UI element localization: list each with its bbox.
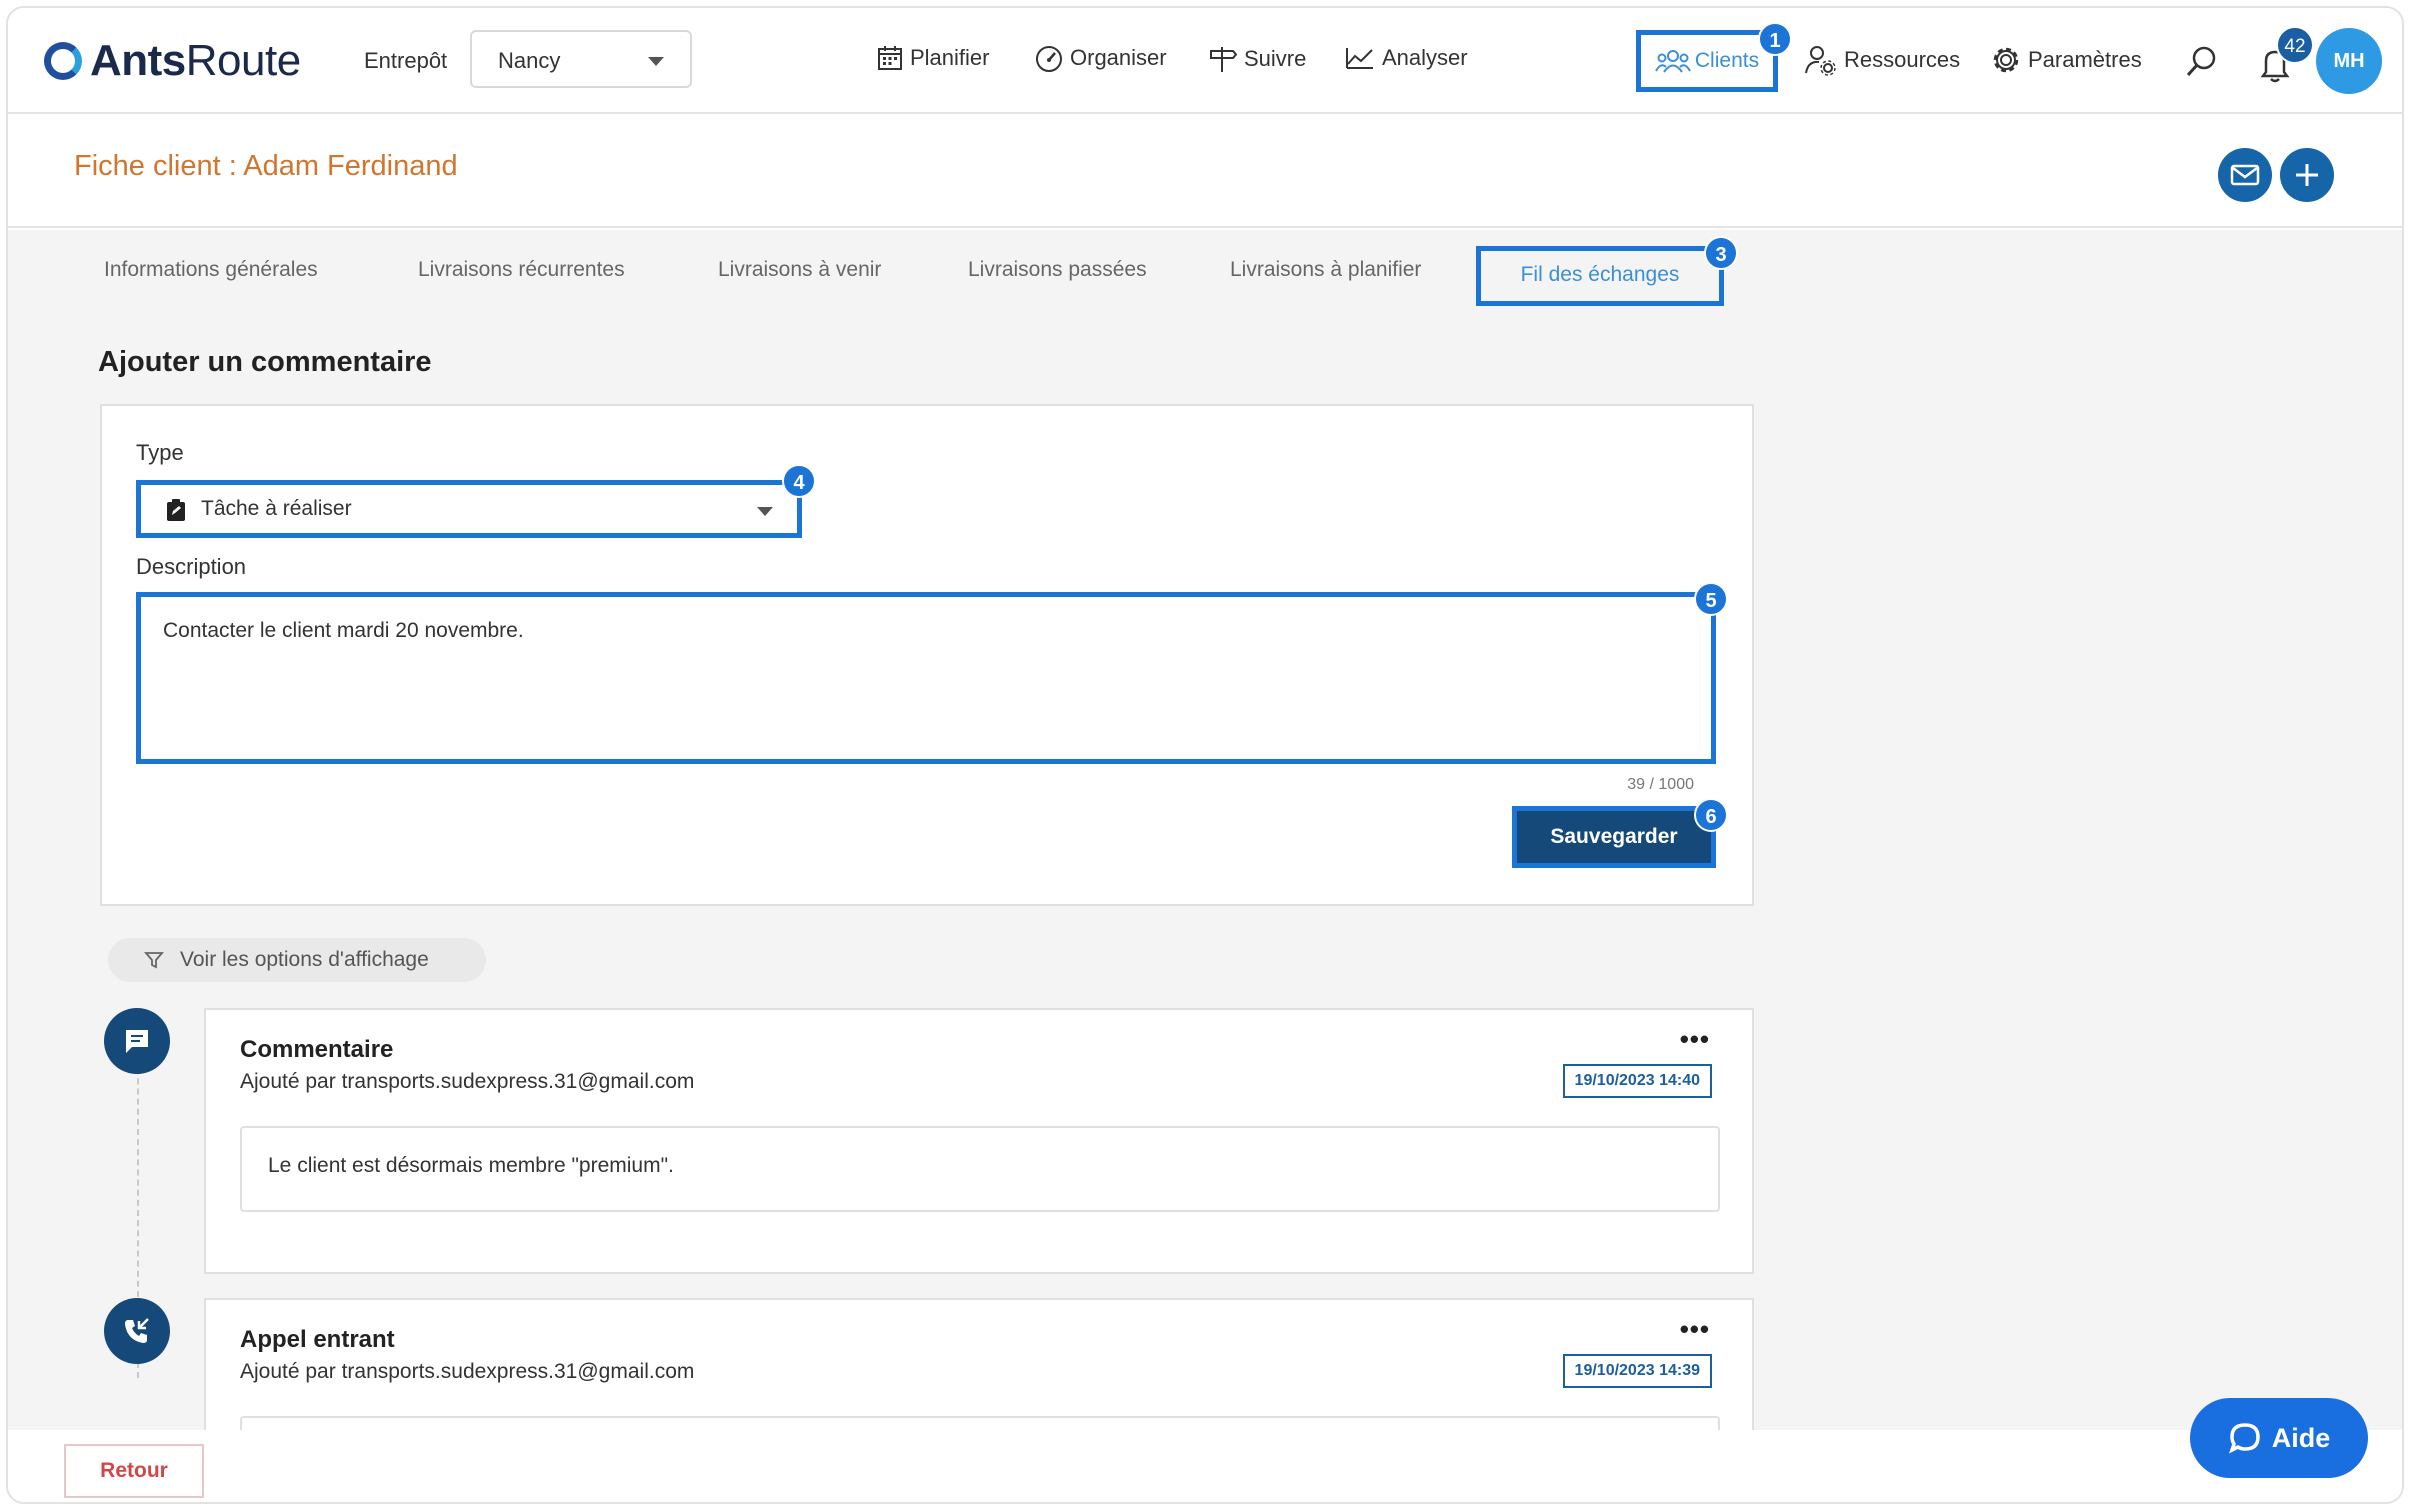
description-textarea[interactable]: Contacter le client mardi 20 novembre. xyxy=(136,592,1716,764)
client-title-bar: Fiche client : Adam Ferdinand xyxy=(8,116,2402,228)
filter-icon xyxy=(144,952,164,969)
app-window: AntsRoute Entrepôt Nancy Planifier Organ… xyxy=(6,6,2404,1504)
type-select-value: Tâche à réaliser xyxy=(201,497,352,520)
send-email-button[interactable] xyxy=(2218,148,2272,202)
logo-text-bold: Ants xyxy=(90,36,186,85)
entry-title: Commentaire xyxy=(240,1036,394,1063)
speedometer-icon xyxy=(1036,46,1062,72)
gear-icon xyxy=(1993,47,2019,73)
plus-icon xyxy=(2296,164,2318,186)
search-button[interactable] xyxy=(2184,44,2220,85)
type-label: Type xyxy=(136,440,184,465)
annotation-badge-3: 3 xyxy=(1704,236,1738,270)
add-comment-form: Type Tâche à réaliser 4 Description Cont… xyxy=(100,404,1754,906)
tab-informations-generales[interactable]: Informations générales xyxy=(104,258,318,282)
chat-bubble-icon xyxy=(126,1030,148,1053)
tab-livraisons-a-planifier[interactable]: Livraisons à planifier xyxy=(1230,258,1421,282)
nav-clients-label: Clients xyxy=(1694,49,1760,72)
nav-ressources[interactable]: Ressources xyxy=(1804,44,1960,76)
user-gear-icon xyxy=(1805,46,1836,76)
annotation-badge-1: 1 xyxy=(1758,22,1792,56)
users-group-icon xyxy=(1655,50,1691,73)
annotation-badge-5: 5 xyxy=(1694,582,1728,616)
calendar-icon xyxy=(878,46,902,70)
help-button[interactable]: Aide xyxy=(2190,1398,2368,1478)
display-options-label: Voir les options d'affichage xyxy=(180,948,429,971)
nav-parametres[interactable]: Paramètres xyxy=(1990,44,2142,76)
add-comment-title: Ajouter un commentaire xyxy=(98,346,432,378)
user-avatar[interactable]: MH xyxy=(2316,28,2382,94)
timeline-entry: Commentaire Ajouté par transports.sudexp… xyxy=(204,1008,1754,1274)
entry-body: Le client est désormais membre "premium"… xyxy=(240,1126,1720,1212)
annotation-badge-4: 4 xyxy=(782,464,816,498)
clipboard-edit-icon xyxy=(167,499,185,521)
notification-count-badge: 42 xyxy=(2276,26,2314,64)
chevron-down-icon xyxy=(648,57,664,66)
nav-analyser-label: Analyser xyxy=(1382,45,1468,70)
tab-fil-des-echanges[interactable]: Fil des échanges xyxy=(1476,246,1724,306)
speech-bubble-icon xyxy=(2228,1423,2260,1454)
chart-area-icon xyxy=(1346,48,1373,69)
entry-author: Ajouté par transports.sudexpress.31@gmai… xyxy=(240,1070,695,1093)
help-button-label: Aide xyxy=(2271,1422,2331,1453)
antsroute-logo[interactable]: AntsRoute xyxy=(44,36,301,86)
nav-organiser[interactable]: Organiser xyxy=(1034,44,1167,72)
entry-author: Ajouté par transports.sudexpress.31@gmai… xyxy=(240,1360,695,1383)
back-button[interactable]: Retour xyxy=(64,1444,204,1498)
main-content: Informations générales Livraisons récurr… xyxy=(8,230,2402,1498)
tab-livraisons-a-venir[interactable]: Livraisons à venir xyxy=(718,258,881,282)
page-title: Fiche client : Adam Ferdinand xyxy=(74,150,458,182)
entry-title: Appel entrant xyxy=(240,1326,395,1353)
more-options-button[interactable]: ••• xyxy=(1680,1314,1710,1345)
display-options-button[interactable]: Voir les options d'affichage xyxy=(108,938,486,982)
nav-clients[interactable]: Clients xyxy=(1636,30,1778,92)
description-label: Description xyxy=(136,554,247,579)
nav-ressources-label: Ressources xyxy=(1844,47,1961,72)
nav-planifier-label: Planifier xyxy=(910,45,990,70)
nav-analyser[interactable]: Analyser xyxy=(1344,44,1468,72)
nav-planifier[interactable]: Planifier xyxy=(876,44,989,72)
chevron-down-icon xyxy=(757,507,773,516)
tab-livraisons-recurrentes[interactable]: Livraisons récurrentes xyxy=(418,258,625,282)
logo-text-light: Route xyxy=(185,36,301,85)
warehouse-select-value: Nancy xyxy=(498,48,561,73)
add-button[interactable] xyxy=(2280,148,2334,202)
top-navigation-bar: AntsRoute Entrepôt Nancy Planifier Organ… xyxy=(8,8,2402,114)
phone-incoming-icon xyxy=(125,1318,149,1343)
type-select[interactable]: Tâche à réaliser xyxy=(136,480,802,538)
entry-date: 19/10/2023 14:40 xyxy=(1562,1064,1712,1098)
more-options-button[interactable]: ••• xyxy=(1680,1024,1710,1055)
envelope-icon xyxy=(2230,164,2260,186)
tab-livraisons-passees[interactable]: Livraisons passées xyxy=(968,258,1147,282)
footer-bar: Retour xyxy=(8,1430,2402,1502)
search-icon xyxy=(2186,46,2216,77)
nav-parametres-label: Paramètres xyxy=(2028,47,2142,72)
warehouse-label: Entrepôt xyxy=(364,48,448,73)
comment-type-badge xyxy=(104,1008,170,1074)
logo-icon xyxy=(44,42,82,80)
incoming-call-badge xyxy=(104,1298,170,1364)
nav-organiser-label: Organiser xyxy=(1070,45,1167,70)
nav-suivre[interactable]: Suivre xyxy=(1208,44,1306,74)
character-counter: 39 / 1000 xyxy=(1627,776,1694,793)
nav-suivre-label: Suivre xyxy=(1244,46,1307,71)
save-button[interactable]: Sauvegarder xyxy=(1512,806,1716,868)
signpost-icon xyxy=(1210,47,1238,72)
annotation-badge-6: 6 xyxy=(1694,798,1728,832)
warehouse-select[interactable]: Nancy xyxy=(470,30,692,88)
entry-date: 19/10/2023 14:39 xyxy=(1562,1354,1712,1388)
